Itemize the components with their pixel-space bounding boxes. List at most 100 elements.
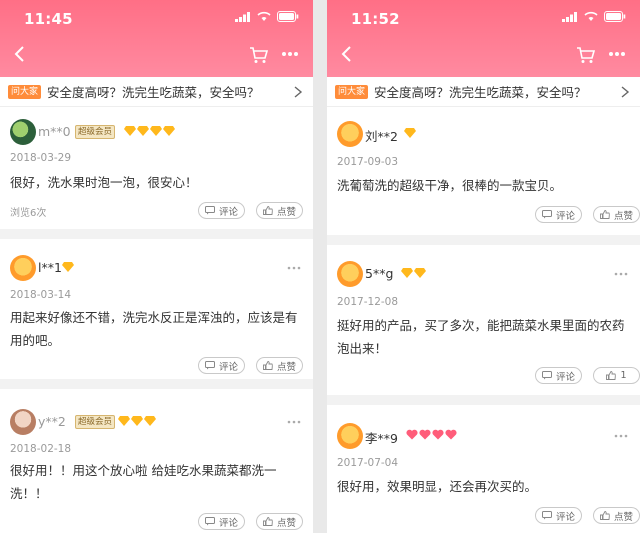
like-button[interactable]: 点赞	[256, 357, 303, 374]
review-date: 2017-12-08	[337, 296, 399, 308]
diamond-icon	[62, 262, 74, 272]
reviewer-name: m**0	[38, 124, 71, 139]
like-button[interactable]: 点赞	[256, 513, 303, 530]
reviewer-name: y**2	[38, 414, 66, 429]
right-phone-screen: 11:52 问大家 安全度高呀？洗完生吃蔬菜，安全吗？ 刘**2 2017-09…	[327, 0, 640, 533]
heart-icon	[445, 429, 457, 440]
status-time: 11:45	[24, 10, 73, 28]
cart-icon[interactable]	[576, 46, 596, 64]
review-date: 2017-09-03	[337, 156, 399, 168]
diamond-icon	[150, 126, 162, 136]
comment-label: 评论	[555, 511, 575, 523]
like-button[interactable]: 点赞	[593, 507, 640, 524]
comment-icon	[541, 511, 552, 520]
like-button[interactable]: 1	[593, 367, 640, 384]
question-bar[interactable]: 问大家 安全度高呀？洗完生吃蔬菜，安全吗？	[0, 77, 313, 107]
divider	[327, 235, 640, 245]
avatar	[337, 261, 363, 287]
review-content: 挺好用的产品，买了多次，能把蔬菜水果里面的农药泡出来！	[337, 318, 625, 356]
reviewer-name: 刘**2	[365, 129, 398, 144]
question-tag: 问大家	[8, 84, 42, 99]
comment-icon	[204, 361, 215, 370]
review-date: 2018-03-14	[10, 289, 72, 301]
comment-button[interactable]: 评论	[535, 206, 582, 223]
battery-icon	[277, 11, 299, 22]
more-options-icon[interactable]	[287, 265, 301, 271]
more-options-icon[interactable]	[287, 419, 301, 425]
view-count: 浏览6次	[10, 208, 47, 219]
thumbs-up-icon	[600, 511, 610, 520]
diamond-icon	[137, 126, 149, 136]
thumbs-up-icon	[606, 371, 617, 380]
comment-icon	[204, 206, 215, 215]
screenshots-composite: 11:45 问大家 安全度高呀？洗完生吃蔬菜，安全吗？ m**0 超级会员 20…	[0, 0, 640, 533]
comment-label: 评论	[555, 371, 575, 383]
comment-icon	[541, 210, 552, 219]
review-card: 5**g 2017-12-08 挺好用的产品，买了多次，能把蔬菜水果里面的农药泡…	[327, 245, 640, 395]
signal-icon	[235, 11, 250, 22]
status-icons	[562, 11, 626, 22]
question-text: 安全度高呀？洗完生吃蔬菜，安全吗？	[47, 85, 260, 100]
vip-badge: 超级会员	[75, 125, 116, 139]
comment-button[interactable]: 评论	[535, 367, 582, 384]
back-icon[interactable]	[339, 46, 355, 62]
cart-icon[interactable]	[249, 46, 269, 64]
diamond-icon	[404, 128, 416, 138]
comment-label: 评论	[218, 361, 238, 373]
more-options-icon[interactable]	[614, 433, 628, 439]
review-content: 用起来好像还不错，洗完水反正是浑浊的，应该是有用的吧。	[10, 310, 298, 348]
review-card: 李**9 2017-07-04 很好用，效果明显，还会再次买的。 评论 点赞	[327, 405, 640, 533]
chevron-right-icon	[294, 86, 303, 98]
comment-button[interactable]: 评论	[535, 507, 582, 524]
avatar	[10, 409, 36, 435]
like-count: 1	[620, 370, 627, 381]
diamond-icon	[124, 126, 136, 136]
thumbs-up-icon	[600, 210, 610, 219]
wifi-icon	[584, 11, 598, 21]
comment-icon	[541, 371, 552, 380]
diamond-icon	[131, 416, 143, 426]
question-tag: 问大家	[335, 84, 369, 99]
question-bar[interactable]: 问大家 安全度高呀？洗完生吃蔬菜，安全吗？	[327, 77, 640, 107]
thumbs-up-icon	[263, 206, 273, 215]
more-icon[interactable]	[608, 50, 626, 58]
battery-icon	[604, 11, 626, 22]
review-card: m**0 超级会员 2018-03-29 很好，洗水果时泡一泡，很安心！ 浏览6…	[0, 107, 313, 229]
vip-badge: 超级会员	[75, 415, 116, 429]
member-level-gems	[404, 128, 416, 138]
review-date: 2018-02-18	[10, 443, 72, 455]
like-label: 点赞	[276, 361, 296, 373]
comment-button[interactable]: 评论	[198, 202, 245, 219]
comment-label: 评论	[218, 206, 238, 218]
diamond-icon	[163, 126, 175, 136]
avatar	[10, 255, 36, 281]
review-card: l**1 2018-03-14 用起来好像还不错，洗完水反正是浑浊的，应该是有用…	[0, 239, 313, 379]
comment-button[interactable]: 评论	[198, 513, 245, 530]
reviewer-name: 李**9	[365, 431, 398, 446]
comment-label: 评论	[218, 517, 238, 529]
header-bar: 11:52	[327, 0, 640, 77]
like-button[interactable]: 点赞	[256, 202, 303, 219]
diamond-icon	[401, 268, 413, 278]
like-label: 点赞	[613, 511, 633, 523]
review-card: 刘**2 2017-09-03 洗葡萄洗的超级干净，很棒的一款宝贝。 评论 点赞	[327, 107, 640, 235]
more-icon[interactable]	[281, 50, 299, 58]
comment-icon	[204, 517, 215, 526]
heart-icon	[419, 429, 431, 440]
reviewer-name: 5**g	[365, 266, 394, 281]
review-content: 很好用！！用这个放心啦 给娃吃水果蔬菜都洗一洗！！	[10, 463, 277, 501]
diamond-icon	[118, 416, 130, 426]
like-label: 点赞	[613, 210, 633, 222]
back-icon[interactable]	[12, 46, 28, 62]
divider	[0, 379, 313, 389]
review-content: 洗葡萄洗的超级干净，很棒的一款宝贝。	[337, 178, 563, 193]
more-options-icon[interactable]	[614, 271, 628, 277]
thumbs-up-icon	[263, 517, 273, 526]
comment-button[interactable]: 评论	[198, 357, 245, 374]
heart-icon	[432, 429, 444, 440]
like-button[interactable]: 点赞	[593, 206, 640, 223]
wifi-icon	[257, 11, 271, 21]
like-label: 点赞	[276, 206, 296, 218]
left-phone-screen: 11:45 问大家 安全度高呀？洗完生吃蔬菜，安全吗？ m**0 超级会员 20…	[0, 0, 313, 533]
comment-label: 评论	[555, 210, 575, 222]
